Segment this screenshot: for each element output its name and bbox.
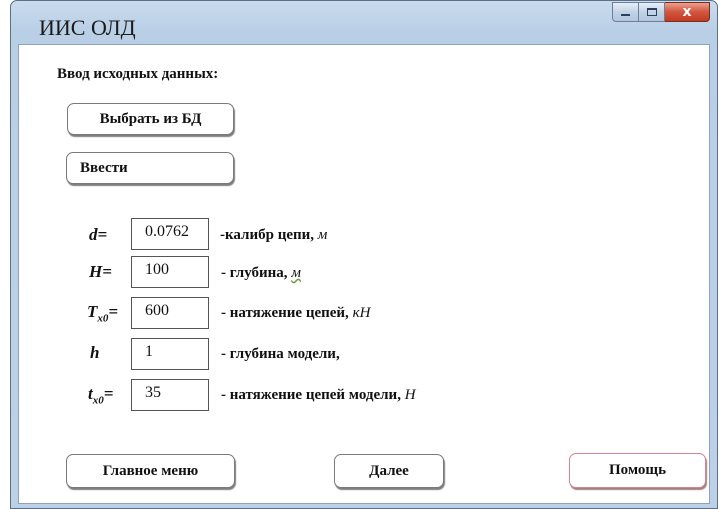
maximize-icon — [646, 8, 657, 16]
param-input-tx0[interactable]: 35 — [131, 379, 209, 411]
param-desc-h: - глубина модели, — [221, 346, 340, 362]
minimize-icon — [621, 13, 630, 16]
param-desc-d: -калибр цепи, м — [220, 227, 328, 243]
main-menu-button[interactable]: Главное меню — [66, 454, 235, 488]
window-controls: x — [612, 2, 710, 22]
enter-data-button[interactable]: Ввести — [66, 152, 234, 184]
form-heading: Ввод исходных данных: — [57, 66, 219, 82]
param-symbol-d: d= — [89, 225, 108, 244]
window-title: ИИС ОЛД — [39, 15, 136, 40]
param-symbol-H: H= — [89, 262, 112, 281]
param-desc-Tx0: - натяжение цепей, кН — [221, 305, 371, 321]
param-desc-H: - глубина, м — [221, 265, 301, 281]
help-button[interactable]: Помощь — [569, 453, 706, 488]
param-symbol-h: h — [90, 343, 100, 362]
param-input-d[interactable]: 0.0762 — [131, 218, 209, 250]
param-desc-tx0: - натяжение цепей модели, Н — [221, 387, 416, 403]
close-icon: x — [682, 4, 692, 20]
param-symbol-tx0: tx0= — [88, 384, 114, 407]
close-button[interactable]: x — [665, 2, 710, 22]
select-from-db-button[interactable]: Выбрать из БД — [67, 103, 234, 135]
param-symbol-Tx0: Tx0= — [87, 302, 119, 325]
param-input-h[interactable]: 1 — [131, 338, 209, 370]
next-button[interactable]: Далее — [334, 454, 444, 488]
minimize-button[interactable] — [612, 2, 639, 22]
maximize-button[interactable] — [639, 2, 665, 22]
param-input-H[interactable]: 100 — [131, 256, 209, 288]
param-input-Tx0[interactable]: 600 — [131, 297, 209, 329]
